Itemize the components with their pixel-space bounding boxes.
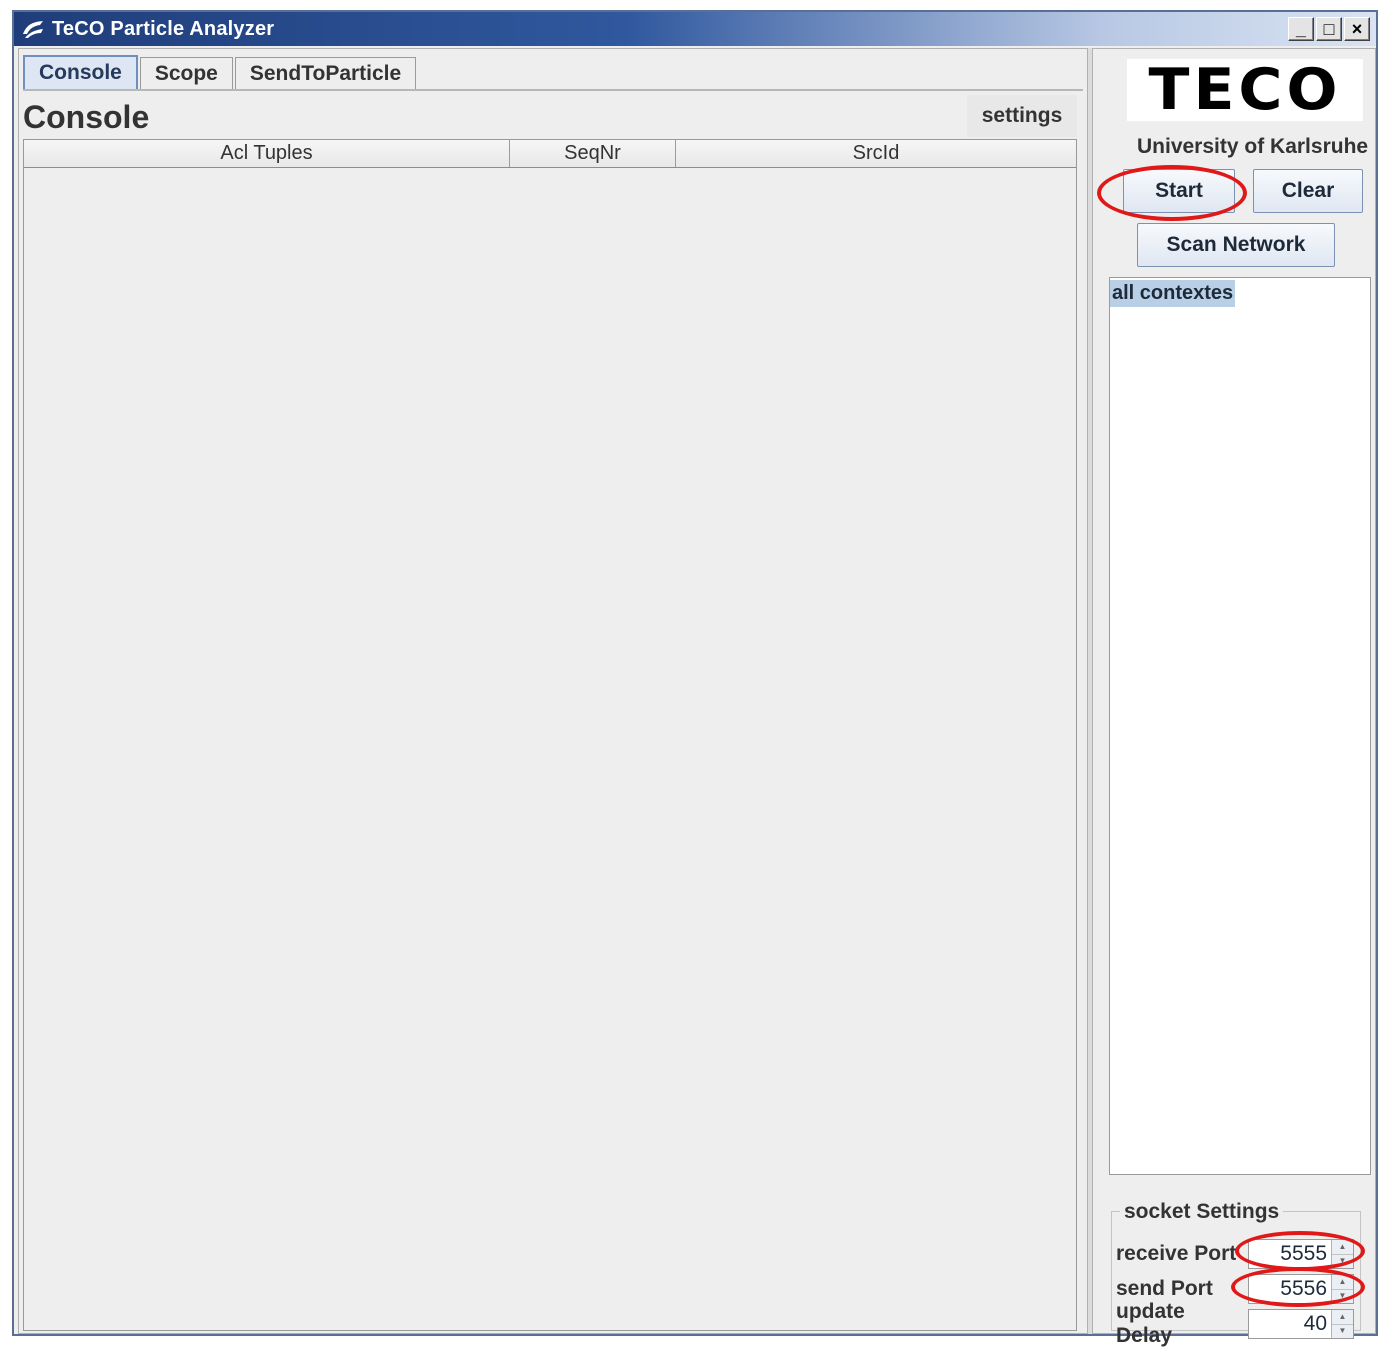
receive-port-row: receive Port 5555 ▲ ▼ <box>1116 1238 1360 1270</box>
spinner-up-icon[interactable]: ▲ <box>1332 1275 1353 1290</box>
socket-settings-legend: socket Settings <box>1120 1200 1284 1224</box>
clear-button[interactable]: Clear <box>1253 169 1363 213</box>
send-port-field[interactable]: 5556 <box>1249 1275 1331 1303</box>
page-title: Console <box>23 99 150 135</box>
context-list[interactable]: all contextes <box>1109 277 1371 1175</box>
app-icon[interactable] <box>20 17 46 41</box>
table-header: Acl Tuples SeqNr SrcId <box>24 140 1076 168</box>
logo-text: TECO <box>1148 56 1342 124</box>
list-item[interactable]: all contextes <box>1110 280 1236 307</box>
tab-scope[interactable]: Scope <box>139 57 233 89</box>
receive-port-label: receive Port <box>1116 1242 1237 1265</box>
minimize-icon: _ <box>1295 19 1306 39</box>
spinner-down-icon[interactable]: ▼ <box>1332 1254 1353 1268</box>
window-title: TeCO Particle Analyzer <box>52 17 275 40</box>
close-button[interactable]: × <box>1344 17 1370 41</box>
tab-divider <box>23 89 1083 91</box>
send-port-label: send Port <box>1116 1277 1213 1300</box>
university-label: University of Karlsruhe <box>1137 135 1369 158</box>
maximize-icon: □ <box>1323 19 1335 39</box>
control-sidebar: TECO University of Karlsruhe Start Clear… <box>1092 48 1376 1347</box>
update-delay-label: update Delay <box>1116 1300 1185 1347</box>
receive-port-spinner[interactable]: 5555 ▲ ▼ <box>1248 1239 1354 1269</box>
maximize-button[interactable]: □ <box>1316 17 1342 41</box>
minimize-button[interactable]: _ <box>1288 17 1314 41</box>
tab-bar: Console Scope SendToParticle <box>23 53 418 89</box>
console-table[interactable]: Acl Tuples SeqNr SrcId <box>23 139 1077 1331</box>
update-delay-spinner[interactable]: 40 ▲ ▼ <box>1248 1309 1354 1339</box>
spinner-down-icon[interactable]: ▼ <box>1332 1324 1353 1338</box>
settings-button[interactable]: settings <box>967 95 1077 137</box>
tab-sendtoparticle[interactable]: SendToParticle <box>234 57 417 89</box>
receive-port-field[interactable]: 5555 <box>1249 1240 1331 1268</box>
spinner-up-icon[interactable]: ▲ <box>1332 1240 1353 1255</box>
spinner-down-icon[interactable]: ▼ <box>1332 1289 1353 1303</box>
close-icon: × <box>1351 19 1363 39</box>
socket-settings-group: socket Settings receive Port 5555 ▲ ▼ se… <box>1111 1200 1361 1347</box>
update-delay-field[interactable]: 40 <box>1249 1310 1331 1338</box>
update-delay-row: update Delay 40 ▲ ▼ <box>1116 1300 1360 1347</box>
scan-network-button[interactable]: Scan Network <box>1137 223 1335 267</box>
column-header-acl-tuples[interactable]: Acl Tuples <box>24 140 510 167</box>
tab-console[interactable]: Console <box>23 55 138 89</box>
spinner-up-icon[interactable]: ▲ <box>1332 1310 1353 1325</box>
console-panel: Console Scope SendToParticle Console set… <box>18 48 1088 1334</box>
start-button[interactable]: Start <box>1123 169 1235 213</box>
column-header-srcid[interactable]: SrcId <box>676 140 1076 167</box>
send-port-spinner[interactable]: 5556 ▲ ▼ <box>1248 1274 1354 1304</box>
column-header-seqnr[interactable]: SeqNr <box>510 140 676 167</box>
title-bar: TeCO Particle Analyzer _ □ × <box>14 12 1376 46</box>
app-window: TeCO Particle Analyzer _ □ × Console Sco… <box>12 10 1378 1347</box>
teco-logo: TECO <box>1127 56 1363 124</box>
